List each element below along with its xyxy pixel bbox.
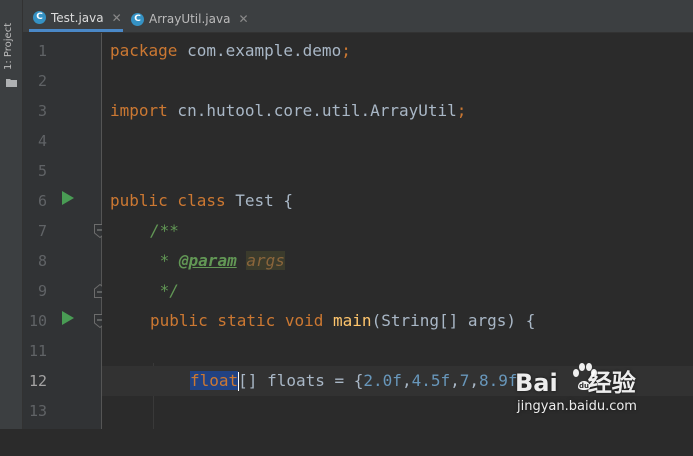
number-literal: 4.5f — [411, 371, 451, 390]
editor-tab-bar: C Test.java ✕ C ArrayUtil.java ✕ — [23, 0, 693, 33]
line-number: 10 — [28, 312, 47, 330]
code-line-7[interactable]: /** — [102, 216, 693, 246]
line-number-current: 12 — [28, 372, 47, 390]
javadoc-param-tag: @param — [178, 251, 237, 270]
keyword: public class — [110, 191, 226, 210]
javadoc-close: */ — [150, 281, 179, 300]
line-number: 5 — [37, 162, 47, 180]
code-line-9[interactable]: */ — [102, 276, 693, 306]
run-class-icon[interactable] — [61, 190, 75, 206]
watermark: Bai 经验 du jingyan.baidu.com — [515, 363, 685, 423]
code-line-6[interactable]: public class Test { — [102, 186, 693, 216]
project-tab-label: 1: Project — [3, 22, 14, 70]
line-number: 3 — [37, 102, 47, 120]
line-number: 8 — [37, 252, 47, 270]
watermark-url: jingyan.baidu.com — [517, 399, 637, 414]
line-number: 4 — [37, 132, 47, 150]
line-number: 13 — [28, 402, 47, 420]
code-line-8[interactable]: * @param args — [102, 246, 693, 276]
comma: , — [401, 371, 412, 390]
method-name: main — [333, 311, 372, 330]
baidu-paw-icon: du — [573, 363, 597, 390]
tool-window-strip: 1: Project — [0, 0, 23, 429]
line-number: 1 — [37, 42, 47, 60]
line-number: 9 — [37, 282, 47, 300]
code-text: (String[] args) { — [371, 311, 536, 330]
keyword: package — [110, 41, 178, 60]
code-text: [] floats = { — [238, 371, 364, 390]
number-literal: 2.0f — [363, 371, 402, 390]
project-tool-tab[interactable]: 1: Project — [0, 8, 22, 87]
keyword: public static void — [150, 311, 324, 330]
code-text: com.example.demo — [177, 41, 342, 60]
editor-gutter[interactable]: 1 2 3 4 5 6 7 8 9 10 11 12 13 — [23, 33, 106, 429]
code-line-1[interactable]: package com.example.demo; — [102, 36, 693, 66]
semicolon: ; — [341, 41, 351, 60]
keyword: import — [110, 101, 168, 120]
tab-label: ArrayUtil.java — [149, 12, 231, 26]
tab-label: Test.java — [51, 10, 104, 25]
javadoc-open: /** — [150, 221, 179, 240]
code-text: Test { — [225, 191, 294, 210]
comma: , — [469, 371, 480, 390]
semicolon: ; — [456, 101, 467, 120]
svg-text:du: du — [579, 382, 589, 390]
line-number: 7 — [37, 222, 47, 240]
code-line-10[interactable]: public static void main(String[] args) { — [102, 306, 693, 336]
selected-keyword: float — [190, 371, 239, 390]
run-main-icon[interactable] — [61, 310, 75, 326]
close-icon[interactable]: ✕ — [238, 12, 248, 26]
code-line-3[interactable]: import cn.hutool.core.util.ArrayUtil; — [102, 96, 693, 126]
folder-icon — [6, 79, 17, 87]
number-literal: 7 — [459, 371, 470, 390]
comma: , — [450, 371, 460, 390]
code-text: cn.hutool.core.util.ArrayUtil — [167, 101, 457, 120]
line-number: 6 — [37, 192, 47, 210]
tab-test-java[interactable]: C Test.java ✕ — [29, 6, 123, 32]
tab-arrayutil-java[interactable]: C ArrayUtil.java ✕ — [127, 6, 279, 32]
line-number: 2 — [37, 72, 47, 90]
line-number: 11 — [28, 342, 47, 360]
java-class-icon: C — [131, 12, 144, 26]
javadoc-star: * — [150, 251, 179, 270]
java-class-icon: C — [33, 11, 46, 24]
number-literal: 8.9f — [479, 371, 518, 390]
close-icon[interactable]: ✕ — [112, 11, 122, 25]
javadoc-param-name: args — [246, 251, 285, 270]
